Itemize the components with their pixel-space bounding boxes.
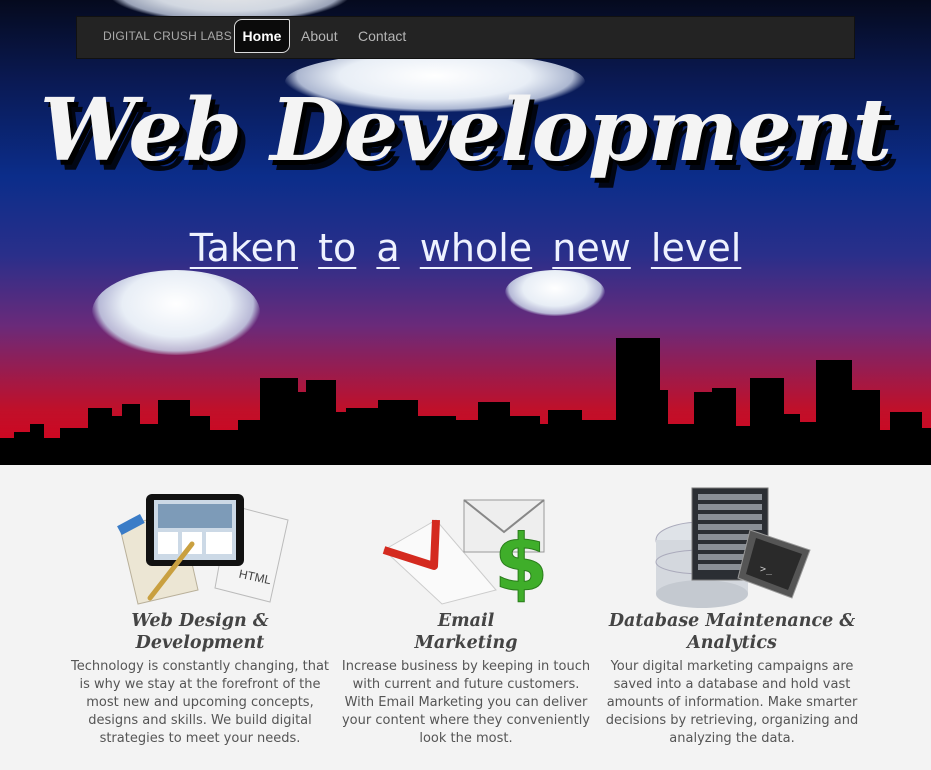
- svg-text:$: $: [494, 519, 548, 608]
- web-design-tablet-icon: HTML: [110, 480, 290, 608]
- database-server-icon: >_: [642, 480, 822, 608]
- cloud-image: [505, 270, 605, 316]
- feature-title-line: Marketing: [414, 633, 518, 653]
- brand-name[interactable]: DIGITAL CRUSH LABS: [103, 29, 232, 43]
- feature-title-line: Web Design &: [131, 611, 269, 631]
- feature-title-line: Email: [437, 611, 495, 631]
- hero-subtitle-word[interactable]: a: [376, 226, 399, 270]
- top-navbar: DIGITAL CRUSH LABS Home About Contact: [76, 16, 855, 59]
- email-marketing-envelope-icon: $: [376, 480, 556, 610]
- feature-email-marketing: $ Email Marketing Increase business by k…: [336, 480, 596, 748]
- feature-description: Your digital marketing campaigns are sav…: [605, 659, 859, 746]
- hero-subtitle-word[interactable]: whole: [420, 226, 532, 270]
- hero-subtitle[interactable]: Taken to a whole new level: [0, 226, 931, 270]
- feature-description: Increase business by keeping in touch wi…: [341, 659, 591, 746]
- feature-title-line: Database Maintenance &: [608, 611, 856, 631]
- feature-title: Web Design & Development: [70, 610, 330, 654]
- feature-web-design: HTML Web Design & Development Technology…: [70, 480, 330, 748]
- svg-text:>_: >_: [760, 564, 773, 575]
- city-skyline-silhouette: [0, 338, 931, 465]
- hero-subtitle-word[interactable]: Taken: [190, 226, 298, 270]
- hero-subtitle-word[interactable]: level: [651, 226, 741, 270]
- hero-title: Web Development: [39, 80, 892, 181]
- hero-banner: Web Development Taken to a whole new lev…: [0, 0, 931, 465]
- nav-item-home[interactable]: Home: [234, 19, 290, 53]
- feature-title-line: Analytics: [687, 633, 777, 653]
- feature-title: Email Marketing: [336, 610, 596, 654]
- feature-title: Database Maintenance & Analytics: [602, 610, 862, 654]
- feature-database: >_ Database Maintenance & Analytics Your…: [602, 480, 862, 748]
- nav-item-about[interactable]: About: [301, 28, 338, 44]
- feature-description: Technology is constantly changing, that …: [70, 659, 330, 746]
- hero-subtitle-word[interactable]: new: [552, 226, 631, 270]
- nav-item-contact[interactable]: Contact: [358, 28, 406, 44]
- feature-title-line: Development: [135, 633, 265, 653]
- hero-subtitle-word[interactable]: to: [318, 226, 356, 270]
